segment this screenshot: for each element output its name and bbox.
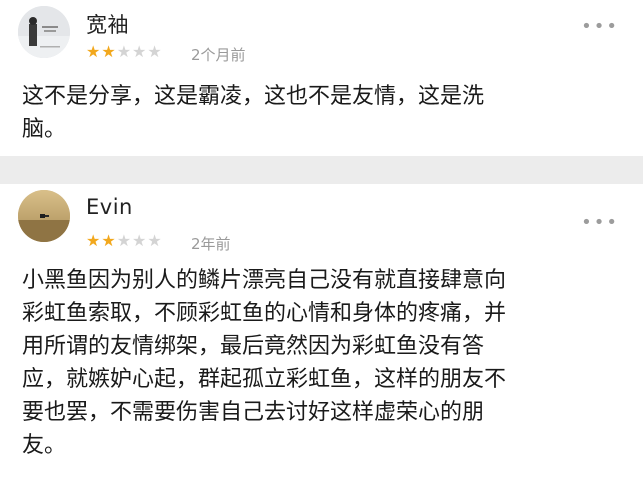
star-icon: ★ (101, 231, 117, 250)
more-dots-icon[interactable]: ••• (581, 16, 619, 37)
star-icon: ★ (116, 42, 133, 61)
star-icon: ★ (86, 231, 102, 250)
more-dots-icon[interactable]: ••• (581, 212, 619, 233)
star-rating: ★★★★★ (86, 231, 163, 250)
avatar[interactable] (18, 190, 70, 242)
reviews-page: 宽袖 ★★★★★ 2个月前 ••• 这不是分享，这是霸凌，这也不是友情，这是洗 … (0, 0, 643, 482)
review-time: 2个月前 (191, 46, 246, 64)
star-icon: ★ (132, 231, 148, 250)
reviewer-name[interactable]: 宽袖 (86, 9, 129, 39)
star-rating: ★★★★★ (86, 42, 163, 61)
review-card: 宽袖 ★★★★★ 2个月前 ••• 这不是分享，这是霸凌，这也不是友情，这是洗 … (0, 0, 643, 156)
star-icon: ★ (147, 231, 163, 250)
review-card: Evin ★★★★★ 2年前 ••• 小黑鱼因为别人的鳞片漂亮自己没有就直接肆意… (0, 184, 643, 482)
avatar-image (18, 6, 70, 58)
review-content: 小黑鱼因为别人的鳞片漂亮自己没有就直接肆意向 彩虹鱼索取，不顾彩虹鱼的心情和身体… (22, 268, 507, 458)
star-icon: ★ (86, 42, 102, 61)
review-content: 这不是分享，这是霸凌，这也不是友情，这是洗 脑。 (22, 84, 485, 142)
star-icon: ★ (132, 42, 148, 61)
star-icon: ★ (101, 42, 117, 61)
avatar-image (18, 190, 70, 242)
review-time: 2年前 (191, 235, 231, 253)
avatar[interactable] (18, 6, 70, 58)
reviewer-name[interactable]: Evin (86, 195, 133, 219)
star-icon: ★ (147, 42, 163, 61)
star-icon: ★ (116, 231, 133, 250)
